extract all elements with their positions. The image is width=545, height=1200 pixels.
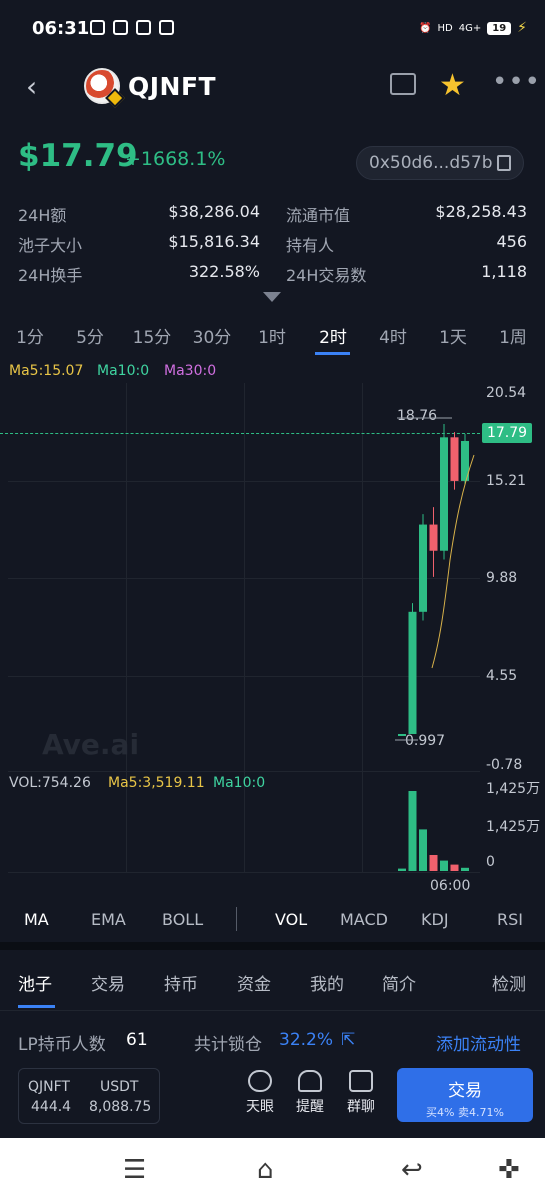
indicator-ema[interactable]: EMA xyxy=(91,910,126,929)
indicator-kdj[interactable]: KDJ xyxy=(421,910,449,929)
volume-bar xyxy=(461,867,469,871)
time-axis-label: 06:00 xyxy=(430,878,471,894)
home-icon[interactable]: ⌂ xyxy=(257,1155,274,1185)
alert-button[interactable]: 提醒 xyxy=(290,1070,330,1116)
section-divider xyxy=(0,942,545,950)
trade-button[interactable]: 交易 买4% 卖4.71% xyxy=(397,1068,533,1122)
tab-trades[interactable]: 交易 xyxy=(91,970,125,995)
trade-fees: 买4% 卖4.71% xyxy=(426,1106,504,1119)
lp-holders-label: LP持币人数 xyxy=(18,1035,106,1055)
volume-bar xyxy=(419,829,427,871)
tab-pool[interactable]: 池子 xyxy=(18,970,52,995)
pair-token-b: USDT xyxy=(100,1079,139,1095)
lp-holders-value: 61 xyxy=(126,1030,148,1050)
vol-tick-label: 1,425万 xyxy=(486,819,541,835)
vol-label: VOL:754.26 xyxy=(9,775,91,791)
group-chat-label: 群聊 xyxy=(347,1099,375,1115)
pair-box[interactable]: QJNFT USDT 444.4 8,088.75 xyxy=(18,1068,160,1124)
volume-bar xyxy=(450,864,459,871)
alert-label: 提醒 xyxy=(296,1099,324,1115)
indicator-macd[interactable]: MACD xyxy=(340,910,388,929)
tab-check[interactable]: 检测 xyxy=(492,970,526,995)
chat-icon xyxy=(349,1070,373,1092)
add-liquidity-link[interactable]: 添加流动性 xyxy=(436,1030,521,1055)
lock-value: 32.2% xyxy=(279,1030,334,1050)
pair-amount-a: 444.4 xyxy=(31,1099,72,1115)
menu-icon[interactable]: ☰ xyxy=(123,1155,146,1185)
group-chat-button[interactable]: 群聊 xyxy=(341,1070,381,1116)
indicator-rsi[interactable]: RSI xyxy=(497,910,523,929)
lock-label: 共计锁仓 xyxy=(194,1035,262,1055)
candle-body xyxy=(440,437,448,551)
volume-bar xyxy=(408,791,417,871)
candlestick-chart xyxy=(395,417,475,871)
vol-tick-label: 1,425万 xyxy=(486,781,541,797)
tab-funds[interactable]: 资金 xyxy=(237,970,271,995)
indicator-separator xyxy=(236,907,237,931)
tab-intro[interactable]: 简介 xyxy=(382,970,416,995)
candle-body xyxy=(450,437,459,481)
indicator-ma[interactable]: MA xyxy=(24,910,49,929)
vol-ma5-label: Ma5:3,519.11 xyxy=(108,775,205,791)
tab-holders[interactable]: 持币 xyxy=(164,970,198,995)
vol-tick-label: 0 xyxy=(486,854,495,870)
candle-body xyxy=(398,733,406,736)
volume-bar xyxy=(429,855,438,871)
gauge-icon xyxy=(248,1070,272,1092)
ma5-line xyxy=(431,454,475,669)
indicator-boll[interactable]: BOLL xyxy=(162,910,203,929)
pair-token-a: QJNFT xyxy=(28,1079,70,1095)
candle-body xyxy=(419,524,427,612)
volume-bar xyxy=(398,868,406,871)
vol-ma10-label: Ma10:0 xyxy=(213,775,266,791)
tab-mine[interactable]: 我的 xyxy=(310,970,344,995)
pair-amount-b: 8,088.75 xyxy=(89,1099,152,1115)
candle-body xyxy=(408,611,417,734)
trade-label: 交易 xyxy=(448,1081,482,1101)
tab-divider xyxy=(0,1010,545,1011)
candle-body xyxy=(429,524,438,551)
volume-bar xyxy=(440,860,448,871)
external-link-icon[interactable]: ⇱ xyxy=(341,1030,355,1050)
skyeye-button[interactable]: 天眼 xyxy=(240,1070,280,1116)
back-nav-icon[interactable]: ↩ xyxy=(401,1155,423,1185)
skyeye-label: 天眼 xyxy=(246,1099,274,1115)
indicator-vol[interactable]: VOL xyxy=(275,910,307,929)
active-tab-indicator xyxy=(18,1005,55,1008)
accessibility-icon[interactable]: ✜ xyxy=(498,1155,520,1185)
bell-icon xyxy=(298,1070,322,1092)
